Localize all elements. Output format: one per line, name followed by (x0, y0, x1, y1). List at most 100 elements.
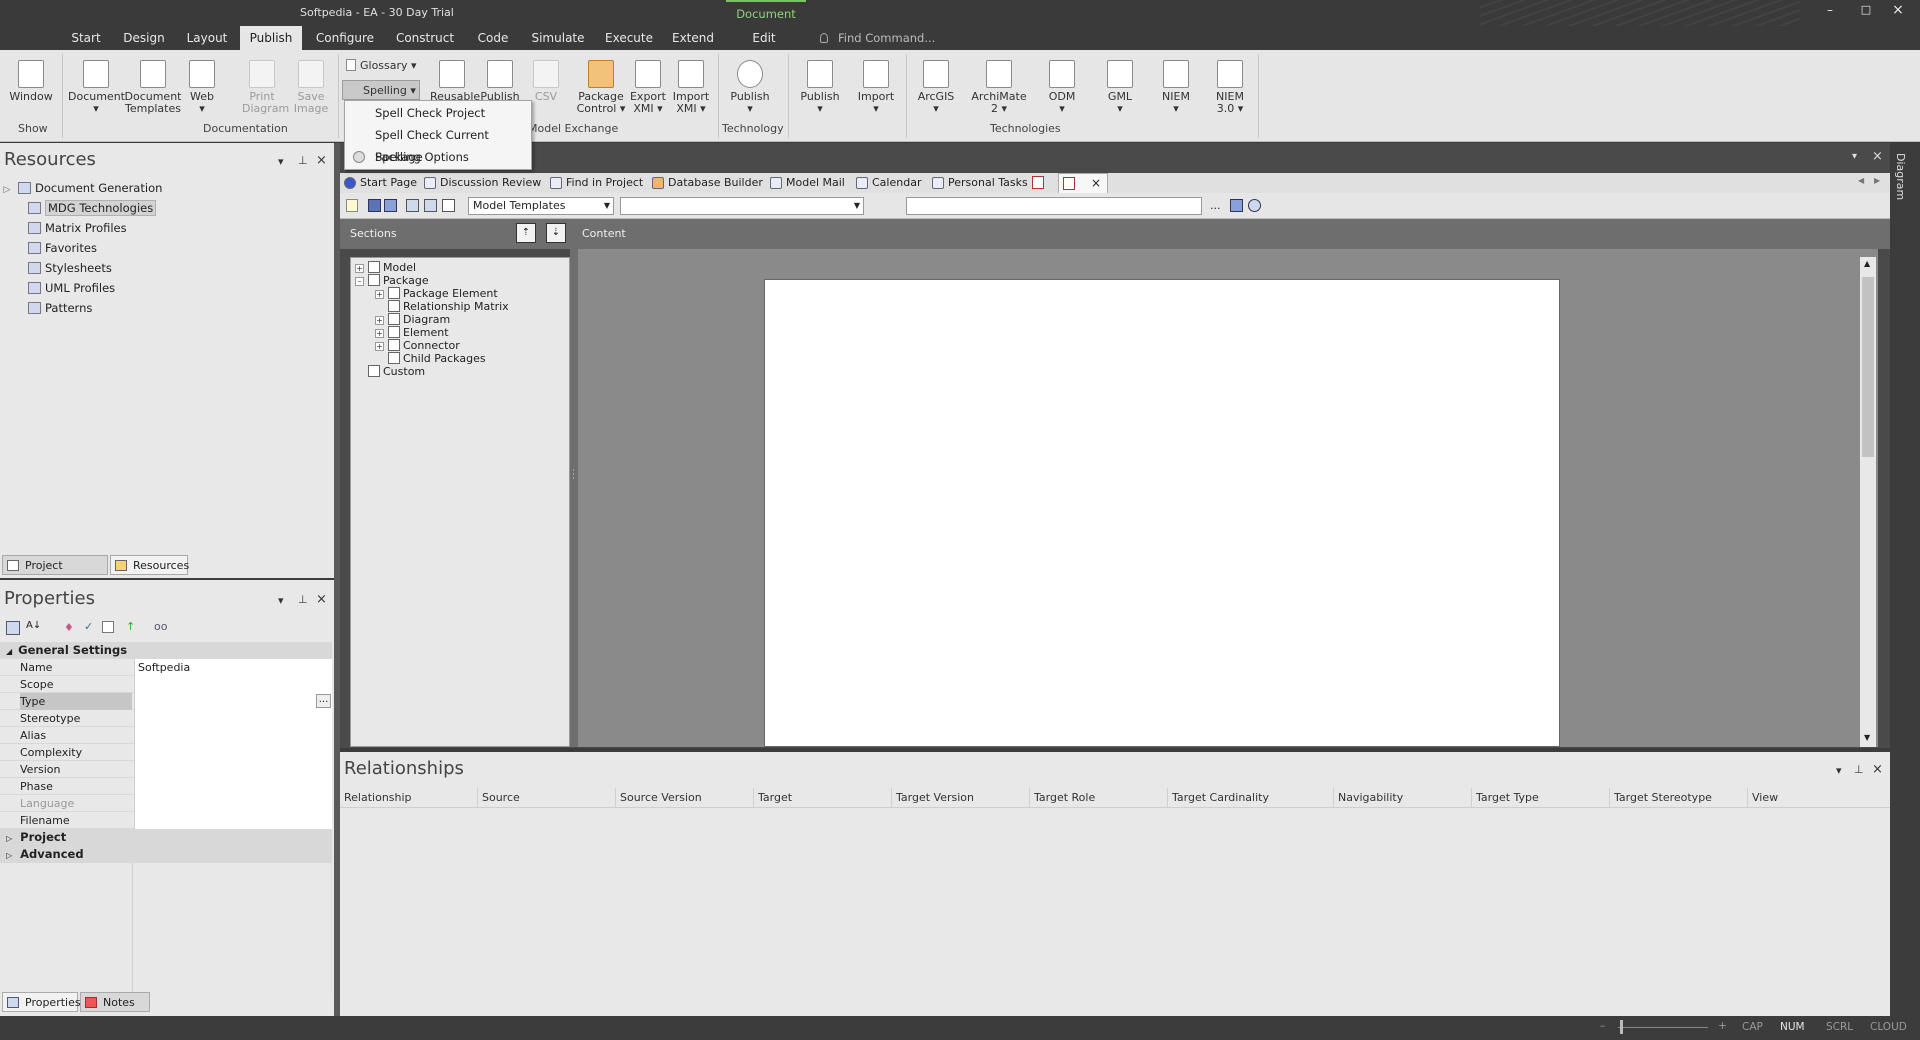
col-source[interactable]: Source (478, 788, 616, 808)
section-checkbox[interactable] (388, 326, 400, 338)
col-target-cardinality[interactable]: Target Cardinality (1168, 788, 1334, 808)
glossary-button[interactable]: Glossary ▾ (346, 58, 417, 74)
csv-button[interactable]: CSV (528, 60, 564, 103)
publish-button[interactable]: Publish ▾ (796, 60, 844, 115)
archimate-button[interactable]: ArchiMate 2 ▾ (970, 60, 1028, 115)
save-icon[interactable] (368, 199, 381, 212)
prop-row-filename[interactable]: Filename (0, 812, 332, 829)
tab-execute[interactable]: Execute (604, 26, 654, 50)
col-target-stereotype[interactable]: Target Stereotype (1610, 788, 1748, 808)
document-button[interactable]: Document ▾ (68, 60, 125, 115)
ellipsis-button[interactable]: ... (316, 694, 331, 708)
col-target-role[interactable]: Target Role (1030, 788, 1168, 808)
prop-row-complexity[interactable]: Complexity (0, 744, 332, 761)
export-xmi-button[interactable]: Export XMI ▾ (628, 60, 668, 115)
gml-button[interactable]: GML ▾ (1098, 60, 1142, 115)
prop-row-version[interactable]: Version (0, 761, 332, 778)
section-checkbox[interactable] (388, 339, 400, 351)
project-header[interactable]: ▷ Project (0, 829, 332, 846)
expand-icon[interactable]: + (375, 329, 384, 338)
tab-discussion-review[interactable]: Discussion Review (422, 173, 541, 193)
menu-spelling-options[interactable]: Spelling Options (345, 146, 531, 168)
area-menu-icon[interactable]: ▾ (1852, 151, 1857, 162)
print-diagram-button[interactable]: Print Diagram (242, 60, 289, 115)
section-checkbox[interactable] (388, 287, 400, 299)
panel-menu-icon[interactable]: ▾ (278, 155, 284, 168)
col-relationship[interactable]: Relationship (340, 788, 478, 808)
col-target-version[interactable]: Target Version (892, 788, 1030, 808)
close-icon[interactable]: × (316, 153, 327, 168)
niem3-button[interactable]: NIEM 3.0 ▾ (1208, 60, 1252, 115)
tab-design[interactable]: Design (120, 26, 168, 50)
close-icon[interactable]: × (316, 592, 327, 607)
tree-item-mdg-technologies[interactable]: MDG Technologies (14, 198, 157, 218)
prop-row-stereotype[interactable]: Stereotype (0, 710, 332, 727)
spelling-button[interactable]: Spelling ▾ (342, 80, 420, 100)
prop-row-type[interactable]: Type... (0, 693, 332, 710)
prop-row-name[interactable]: Name Softpedia (0, 659, 332, 676)
sort-az-icon[interactable]: A↓ (26, 620, 41, 631)
document-templates-button[interactable]: Document Templates (124, 60, 182, 115)
settings-icon[interactable] (1248, 199, 1261, 212)
secondary-combo[interactable]: ▼ (620, 197, 864, 215)
tree-item-stylesheets[interactable]: Stylesheets (14, 258, 112, 278)
section-checkbox[interactable] (388, 313, 400, 325)
tree-item-patterns[interactable]: Patterns (14, 298, 92, 318)
web-button[interactable]: Web ▾ (184, 60, 220, 115)
close-icon[interactable]: × (1872, 762, 1883, 777)
tab-configure[interactable]: Configure (312, 26, 378, 50)
prop-value[interactable] (134, 778, 332, 795)
prop-row-language[interactable]: Language (0, 795, 332, 812)
up-arrow-icon[interactable]: ↑ (126, 620, 135, 633)
expand-icon[interactable]: + (355, 264, 364, 273)
tab-resources[interactable]: Resources (110, 555, 189, 575)
col-navigability[interactable]: Navigability (1334, 788, 1472, 808)
pin-icon[interactable]: ⊥ (298, 593, 308, 606)
pin-icon[interactable]: ⊥ (1854, 763, 1864, 776)
import-button[interactable]: Import ▾ (852, 60, 900, 115)
area-close-icon[interactable]: × (1872, 149, 1883, 164)
move-up-button[interactable]: ⇡ (516, 223, 536, 243)
tab-personal-tasks[interactable]: Personal Tasks (930, 173, 1028, 193)
categorized-icon[interactable] (6, 621, 20, 635)
path-field[interactable] (906, 197, 1202, 215)
tab-construct[interactable]: Construct (392, 26, 458, 50)
tab-notes[interactable]: Notes (80, 992, 150, 1012)
tab-simulate[interactable]: Simulate (528, 26, 588, 50)
generate-batch-icon[interactable] (424, 199, 437, 212)
open-icon[interactable] (1230, 199, 1243, 212)
pin-icon[interactable]: ⊥ (298, 154, 308, 167)
expand-icon[interactable]: + (375, 342, 384, 351)
template-combo[interactable]: Model Templates ▼ (468, 197, 614, 215)
prop-value[interactable] (134, 795, 332, 812)
tab-extend[interactable]: Extend (668, 26, 718, 50)
tab-properties[interactable]: Properties (2, 992, 81, 1012)
arcgis-button[interactable]: ArcGIS ▾ (912, 60, 960, 115)
tab-start[interactable]: Start (66, 26, 106, 50)
tab-edit[interactable]: Edit (744, 26, 784, 50)
minimize-button[interactable]: – (1820, 3, 1840, 19)
prop-value[interactable] (134, 812, 332, 829)
tab-find-in-project[interactable]: Find in Project (548, 173, 643, 193)
content-scrollbar[interactable]: ▲ ▼ (1860, 257, 1876, 747)
save-image-button[interactable]: Save Image (288, 60, 334, 115)
panel-menu-icon[interactable]: ▾ (1836, 764, 1842, 777)
reusable-asset-button[interactable]: Reusable (430, 60, 480, 103)
glasses-icon[interactable]: oo (154, 620, 167, 633)
diagram-side-tab[interactable]: Diagram (1890, 143, 1920, 1016)
prop-value[interactable] (134, 693, 332, 710)
collapse-icon[interactable]: – (355, 277, 364, 286)
menu-spell-check-project[interactable]: Spell Check Project (345, 102, 531, 124)
col-target[interactable]: Target (754, 788, 892, 808)
refresh-icon[interactable] (102, 621, 114, 633)
col-view[interactable]: View (1748, 788, 1890, 808)
section-checkbox[interactable] (368, 261, 380, 273)
tab-publish[interactable]: Publish (240, 26, 302, 50)
col-source-version[interactable]: Source Version (616, 788, 754, 808)
prop-value[interactable] (134, 761, 332, 778)
close-button[interactable]: × (1888, 2, 1908, 18)
tab-model-mail[interactable]: Model Mail (768, 173, 845, 193)
browse-button[interactable]: ... (1210, 199, 1221, 212)
section-checkbox[interactable] (368, 365, 380, 377)
general-settings-header[interactable]: ◢ General Settings (0, 642, 332, 659)
